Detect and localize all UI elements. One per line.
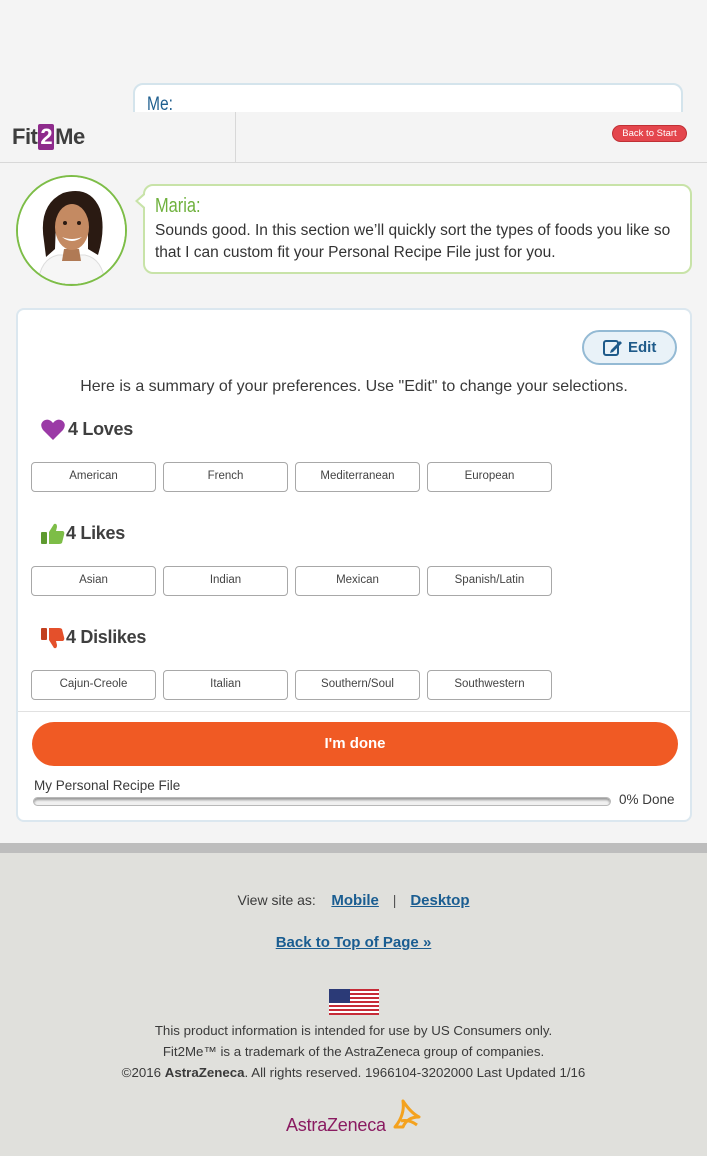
astrazeneca-symbol-icon [393,1099,421,1129]
legal-copyright: ©2016 [121,1065,165,1080]
logo-part-me: Me [55,124,85,149]
chip-likes-3[interactable]: Mexican [295,566,420,596]
footer-rule [0,843,707,853]
header: Fit 2 Me Back to Start [0,112,707,163]
chip-loves-3[interactable]: Mediterranean [295,462,420,492]
legal-line-2: Fit2Me™ is a trademark of the AstraZenec… [162,1044,545,1059]
view-site-as: View site as: Mobile | Desktop [0,892,707,909]
chip-dislikes-2[interactable]: Italian [163,670,288,700]
chip-dislikes-1[interactable]: Cajun-Creole [31,670,156,700]
astrazeneca-logo-text: AstraZeneca [286,1115,386,1135]
edit-button[interactable]: Edit [582,330,677,365]
legal-brand: AstraZeneca [164,1065,245,1080]
chip-likes-2[interactable]: Indian [163,566,288,596]
header-divider [235,112,236,163]
chip-loves-4[interactable]: European [427,462,552,492]
footer: View site as: Mobile | Desktop Back to T… [0,853,707,1156]
chip-likes-1[interactable]: Asian [31,566,156,596]
logo-part-fit: Fit [12,124,38,149]
preferences-summary-card: Edit Here is a summary of your preferenc… [16,308,692,822]
progress-percent: 0% Done [619,792,675,807]
us-flag-icon [329,989,379,1015]
astrazeneca-logo: AstraZeneca [286,1097,426,1137]
chip-likes-4[interactable]: Spanish/Latin [427,566,552,596]
legal-rights: . All rights reserved. 1966104-3202000 L… [244,1065,586,1080]
chip-dislikes-4[interactable]: Southwestern [427,670,552,700]
thumbs-up-icon [40,522,66,546]
chip-dislikes-3[interactable]: Southern/Soul [295,670,420,700]
logo-part-2: 2 [38,124,55,150]
maria-message: Sounds good. In this section we’ll quick… [155,222,671,261]
maria-name: Maria: [155,195,201,217]
edit-label: Edit [628,339,657,356]
im-done-button[interactable]: I'm done [32,722,678,766]
summary-text: Here is a summary of your preferences. U… [80,378,628,395]
recipe-file-progress-bar [33,797,611,806]
card-divider [18,711,690,712]
back-to-top-link[interactable]: Back to Top of Page » [0,934,707,951]
legal-line-1: This product information is intended for… [154,1023,553,1038]
view-site-as-label: View site as: [237,892,316,908]
heart-icon [40,418,66,442]
maria-chat-bubble: Maria: Sounds good. In this section we’l… [135,184,692,274]
mobile-link[interactable]: Mobile [331,892,379,909]
fit2me-logo[interactable]: Fit 2 Me [12,124,85,150]
thumbs-down-icon [40,626,66,650]
legal-text: This product information is intended for… [0,1020,707,1083]
chip-loves-2[interactable]: French [163,462,288,492]
edit-icon [603,339,623,357]
chip-loves-1[interactable]: American [31,462,156,492]
loves-title: 4 Loves [68,419,133,439]
link-separator: | [392,892,397,908]
likes-title: 4 Likes [66,523,125,543]
recipe-file-label: My Personal Recipe File [34,778,181,793]
back-to-start-button[interactable]: Back to Start [612,125,687,142]
legal-line-3: ©2016 AstraZeneca. All rights reserved. … [0,1062,707,1083]
desktop-link[interactable]: Desktop [410,892,469,909]
maria-avatar [16,175,127,286]
dislikes-title: 4 Dislikes [66,627,147,647]
